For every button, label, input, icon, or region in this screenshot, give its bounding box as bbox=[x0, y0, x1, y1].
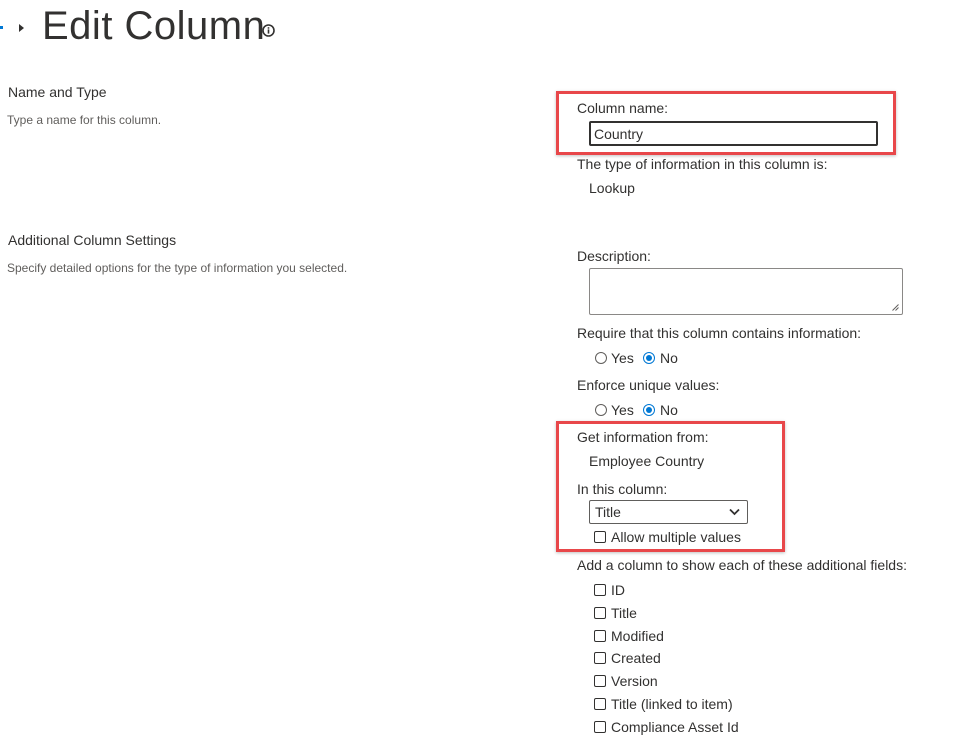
field-checkbox-created[interactable] bbox=[594, 652, 606, 664]
section-description-additional-settings: Specify detailed options for the type of… bbox=[7, 261, 348, 275]
field-label-version: Version bbox=[611, 673, 658, 689]
field-label-title: Title bbox=[611, 605, 637, 621]
field-checkbox-version[interactable] bbox=[594, 675, 606, 687]
highlight-lookup-settings bbox=[556, 421, 785, 552]
field-checkbox-modified[interactable] bbox=[594, 630, 606, 642]
section-title-name-and-type: Name and Type bbox=[8, 84, 107, 100]
require-label: Require that this column contains inform… bbox=[577, 325, 862, 341]
require-yes-radio[interactable] bbox=[595, 352, 607, 364]
field-label-modified: Modified bbox=[611, 628, 664, 644]
breadcrumb-caret-icon[interactable] bbox=[19, 24, 24, 32]
require-yes-label: Yes bbox=[611, 350, 634, 366]
unique-no-label: No bbox=[660, 402, 678, 418]
unique-yes-radio[interactable] bbox=[595, 404, 607, 416]
field-label-id: ID bbox=[611, 582, 625, 598]
page-title: Edit Column bbox=[42, 4, 266, 48]
require-no-label: No bbox=[660, 350, 678, 366]
breadcrumb-marker bbox=[0, 26, 3, 29]
field-checkbox-compliance-asset-id[interactable] bbox=[594, 721, 606, 733]
description-label: Description: bbox=[577, 248, 651, 264]
unique-no-radio[interactable] bbox=[643, 404, 655, 416]
field-label-created: Created bbox=[611, 650, 661, 666]
description-textarea[interactable] bbox=[589, 268, 903, 315]
highlight-column-name bbox=[556, 91, 896, 155]
field-label-title-linked: Title (linked to item) bbox=[611, 696, 733, 712]
section-title-additional-settings: Additional Column Settings bbox=[8, 232, 177, 248]
section-description-name-and-type: Type a name for this column. bbox=[7, 113, 162, 127]
type-info-value: Lookup bbox=[589, 180, 635, 196]
unique-yes-label: Yes bbox=[611, 402, 634, 418]
field-checkbox-title-linked[interactable] bbox=[594, 698, 606, 710]
resize-grip-icon[interactable] bbox=[892, 304, 899, 311]
info-icon[interactable] bbox=[262, 24, 275, 37]
field-checkbox-id[interactable] bbox=[594, 584, 606, 596]
additional-fields-label: Add a column to show each of these addit… bbox=[577, 557, 907, 573]
unique-label: Enforce unique values: bbox=[577, 377, 720, 393]
field-checkbox-title[interactable] bbox=[594, 607, 606, 619]
require-no-radio[interactable] bbox=[643, 352, 655, 364]
type-info-label: The type of information in this column i… bbox=[577, 156, 828, 172]
field-label-compliance-asset-id: Compliance Asset Id bbox=[611, 719, 739, 735]
